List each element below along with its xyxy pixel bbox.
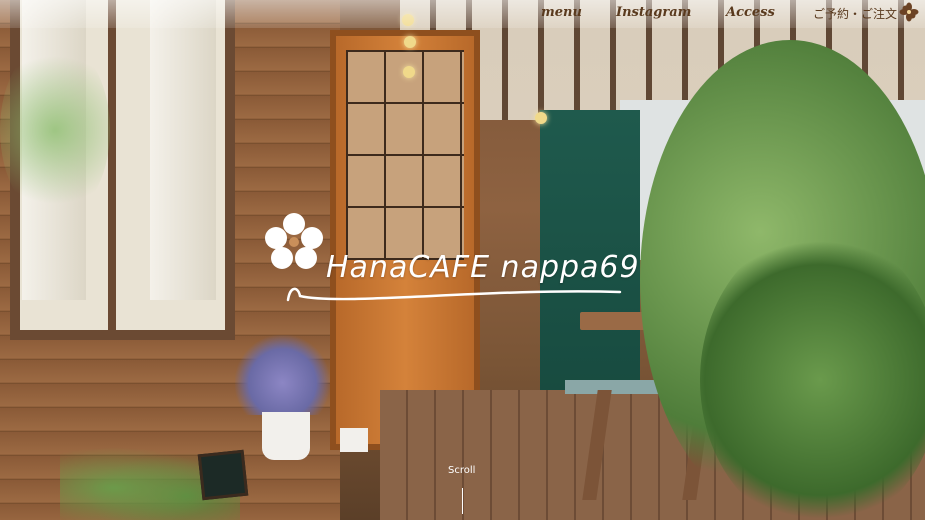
string-light (403, 66, 415, 78)
nav-reserve-link[interactable]: ご予約・ご注文 (812, 2, 919, 22)
window-frame (108, 0, 116, 330)
logo-swoosh (286, 287, 622, 302)
tree-foliage (700, 230, 925, 520)
nav-reserve-label: ご予約・ご注文 (812, 7, 897, 21)
leaf-foreground (0, 40, 110, 220)
top-navigation-bar: menu Instagram Access ご予約・ご注文 (0, 0, 925, 28)
nav-menu-link[interactable]: menu (541, 5, 582, 20)
flower-logo-icon (265, 213, 323, 269)
plant-pot (340, 428, 368, 452)
chalkboard-sign (197, 449, 249, 501)
lavender-plant (235, 335, 330, 415)
plant-pot (262, 412, 310, 460)
flower-icon (899, 2, 919, 22)
string-light (535, 112, 547, 124)
string-light (404, 36, 416, 48)
nav-instagram-link[interactable]: Instagram (616, 5, 691, 20)
global-nav: menu Instagram Access ご予約・ご注文 (541, 2, 919, 22)
scroll-indicator-line (462, 488, 463, 514)
scroll-indicator-label[interactable]: Scroll (448, 465, 475, 476)
nav-access-link[interactable]: Access (726, 5, 775, 20)
hanacafe-logo[interactable]: HanaCAFE nappa69 (262, 210, 692, 310)
curtain (150, 0, 216, 300)
